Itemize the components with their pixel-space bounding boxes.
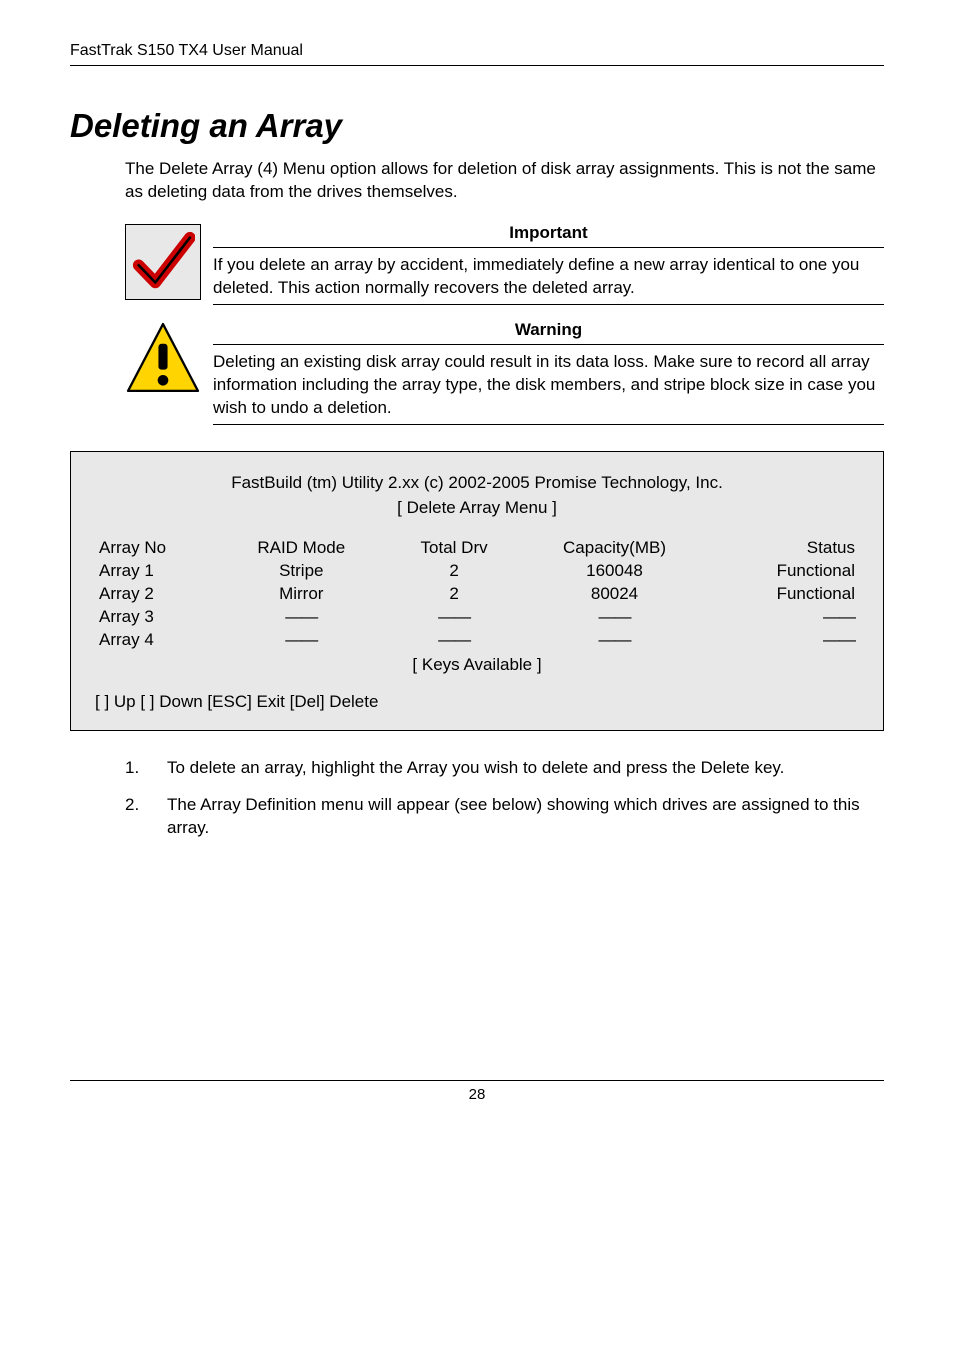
callout-icon-wrap (125, 222, 213, 305)
table-row: Array 3 —— —— —— —— (95, 606, 859, 629)
section-title: Deleting an Array (70, 104, 884, 149)
callout-warning: Warning Deleting an existing disk array … (125, 319, 884, 425)
callout-text: Deleting an existing disk array could re… (213, 351, 884, 425)
table-row: Array 2 Mirror 2 80024 Functional (95, 583, 859, 606)
page-number: 28 (469, 1086, 486, 1103)
warning-icon (125, 321, 201, 397)
callout-body: Important If you delete an array by acci… (213, 222, 884, 305)
running-head: FastTrak S150 TX4 User Manual (70, 40, 884, 66)
terminal-subtitle: [ Delete Array Menu ] (95, 497, 859, 520)
terminal-title: FastBuild (tm) Utility 2.xx (c) 2002-200… (95, 472, 859, 495)
col-status: Status (706, 537, 859, 560)
step-item: The Array Definition menu will appear (s… (125, 794, 884, 840)
terminal-box: FastBuild (tm) Utility 2.xx (c) 2002-200… (70, 451, 884, 731)
col-totaldrv: Total Drv (385, 537, 523, 560)
terminal-table: Array No RAID Mode Total Drv Capacity(MB… (95, 537, 859, 652)
steps-list: To delete an array, highlight the Array … (125, 757, 884, 840)
keys-available-label: [ Keys Available ] (95, 654, 859, 677)
intro-paragraph: The Delete Array (4) Menu option allows … (125, 158, 884, 204)
keys-line: [ ] Up [ ] Down [ESC] Exit [Del] Delete (95, 691, 859, 714)
col-raidmode: RAID Mode (217, 537, 385, 560)
step-item: To delete an array, highlight the Array … (125, 757, 884, 780)
callout-text: If you delete an array by accident, imme… (213, 254, 884, 305)
col-array: Array No (95, 537, 217, 560)
callout-body: Warning Deleting an existing disk array … (213, 319, 884, 425)
callout-icon-wrap (125, 319, 213, 425)
table-row: Array 4 —— —— —— —— (95, 629, 859, 652)
callout-title: Important (213, 222, 884, 248)
page-footer: 28 (70, 1080, 884, 1105)
callout-important: Important If you delete an array by acci… (125, 222, 884, 305)
table-header-row: Array No RAID Mode Total Drv Capacity(MB… (95, 537, 859, 560)
checkmark-icon (125, 224, 201, 300)
table-row: Array 1 Stripe 2 160048 Functional (95, 560, 859, 583)
col-capacity: Capacity(MB) (523, 537, 706, 560)
callout-title: Warning (213, 319, 884, 345)
